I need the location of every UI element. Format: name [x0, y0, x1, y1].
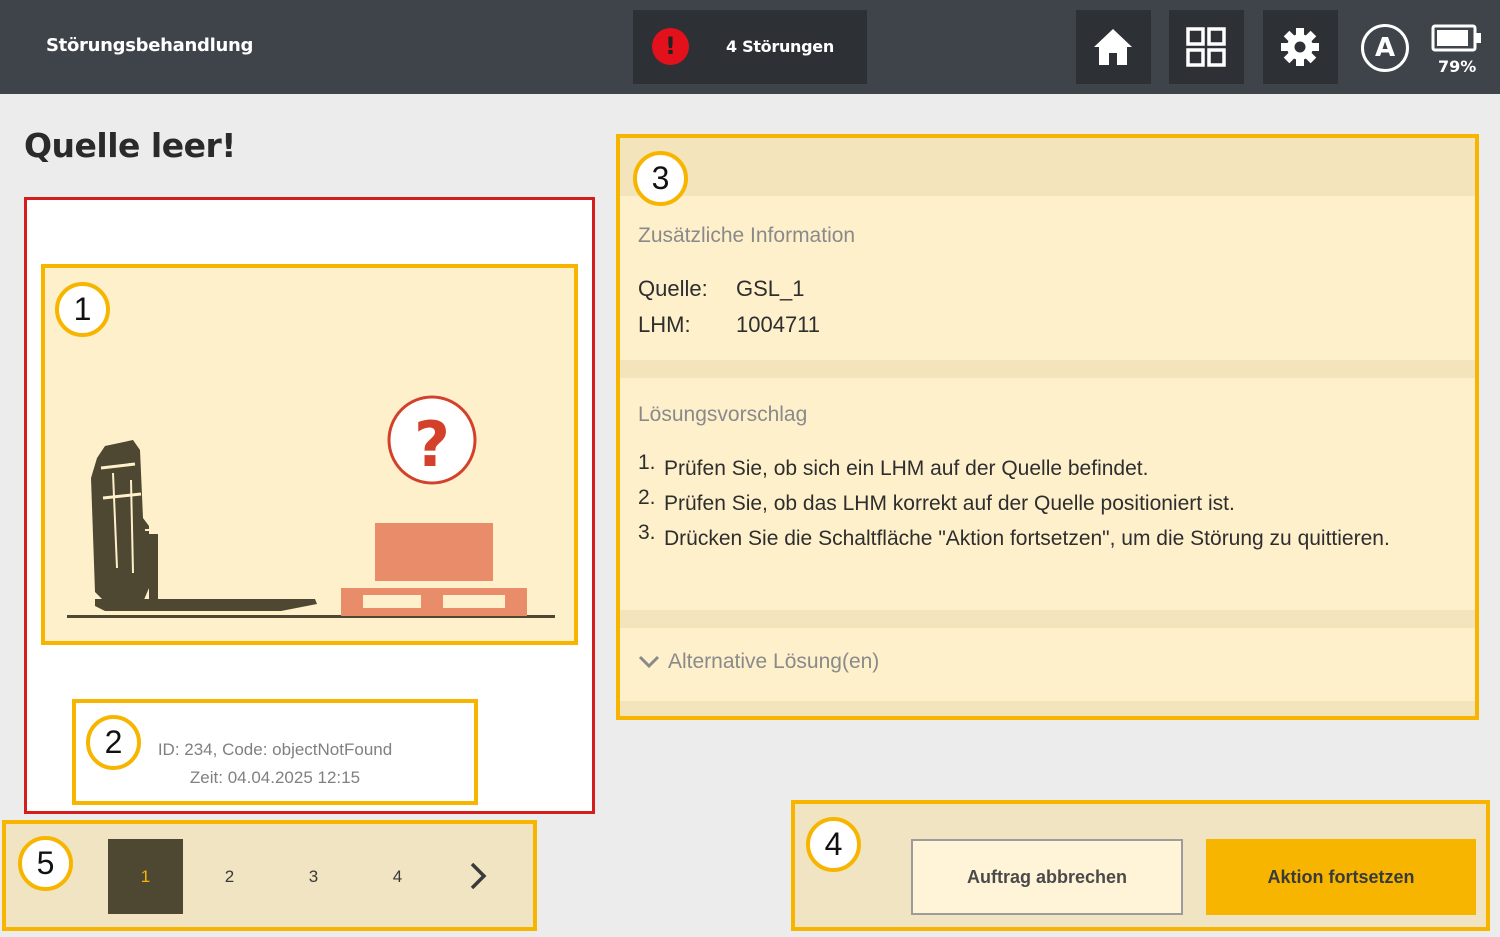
- error-illustration: ?: [41, 264, 578, 645]
- step-number: 3.: [638, 521, 656, 544]
- step-number: 1.: [638, 451, 656, 474]
- step-text: Prüfen Sie, ob das LHM korrekt auf der Q…: [664, 492, 1235, 515]
- info-panel: Zusätzliche Information Quelle: GSL_1 LH…: [616, 134, 1479, 720]
- top-bar: Störungsbehandlung ! 4 Störungen A 79%: [0, 0, 1500, 94]
- info-footer-band: [620, 701, 1475, 716]
- callout-marker: 3: [633, 151, 688, 206]
- callout-marker: 1: [55, 282, 110, 337]
- callout-marker: 5: [18, 836, 73, 891]
- page-button-1[interactable]: 1: [108, 839, 183, 914]
- info-header-band: [620, 138, 1475, 196]
- lhm-value: 1004711: [736, 312, 821, 337]
- alarm-icon: !: [652, 28, 689, 65]
- auto-mode-icon[interactable]: A: [1361, 24, 1409, 72]
- callout-marker: 4: [806, 817, 861, 872]
- step-number: 2.: [638, 486, 656, 509]
- error-timestamp: Zeit: 04.04.2025 12:15: [189, 768, 361, 787]
- home-button[interactable]: [1076, 10, 1151, 84]
- action-bar: Auftrag abbrechen Aktion fortsetzen: [791, 800, 1490, 931]
- apps-button[interactable]: [1169, 10, 1244, 84]
- app-title: Störungsbehandlung: [46, 35, 254, 56]
- gear-icon: [1281, 28, 1319, 66]
- solution-title: Lösungsvorschlag: [638, 403, 808, 426]
- empty-source-illustration: ?: [67, 395, 555, 618]
- step-text: Drücken Sie die Schaltfläche "Aktion for…: [664, 527, 1390, 550]
- pagination: 1 2 3 4: [2, 820, 537, 931]
- source-label: Quelle:: [638, 276, 708, 301]
- svg-text:?: ?: [414, 408, 450, 481]
- cancel-order-button[interactable]: Auftrag abbrechen: [911, 839, 1183, 915]
- page-button-3[interactable]: 3: [276, 839, 351, 914]
- callout-marker: 2: [86, 715, 141, 770]
- chevron-down-icon: [638, 656, 660, 669]
- page-button-2[interactable]: 2: [192, 839, 267, 914]
- page-button-4[interactable]: 4: [360, 839, 435, 914]
- alarm-button[interactable]: ! 4 Störungen: [633, 10, 867, 84]
- additional-info-title: Zusätzliche Information: [638, 224, 856, 247]
- alarm-count-label: 4 Störungen: [726, 37, 834, 56]
- continue-action-button[interactable]: Aktion fortsetzen: [1206, 839, 1476, 915]
- battery-icon: [1431, 24, 1481, 52]
- home-icon: [1094, 29, 1132, 65]
- battery-level: 79%: [1438, 57, 1477, 76]
- alternative-solutions-label: Alternative Lösung(en): [668, 650, 880, 673]
- alternative-solutions-toggle[interactable]: Alternative Lösung(en): [638, 650, 879, 674]
- grid-icon: [1186, 27, 1226, 67]
- section-divider: [620, 360, 1475, 378]
- step-text: Prüfen Sie, ob sich ein LHM auf der Quel…: [664, 457, 1149, 480]
- chevron-right-icon[interactable]: [466, 860, 490, 892]
- section-divider: [620, 610, 1475, 628]
- source-value: GSL_1: [736, 276, 805, 301]
- page-title: Quelle leer!: [24, 126, 236, 165]
- lhm-label: LHM:: [638, 312, 691, 337]
- settings-button[interactable]: [1263, 10, 1338, 84]
